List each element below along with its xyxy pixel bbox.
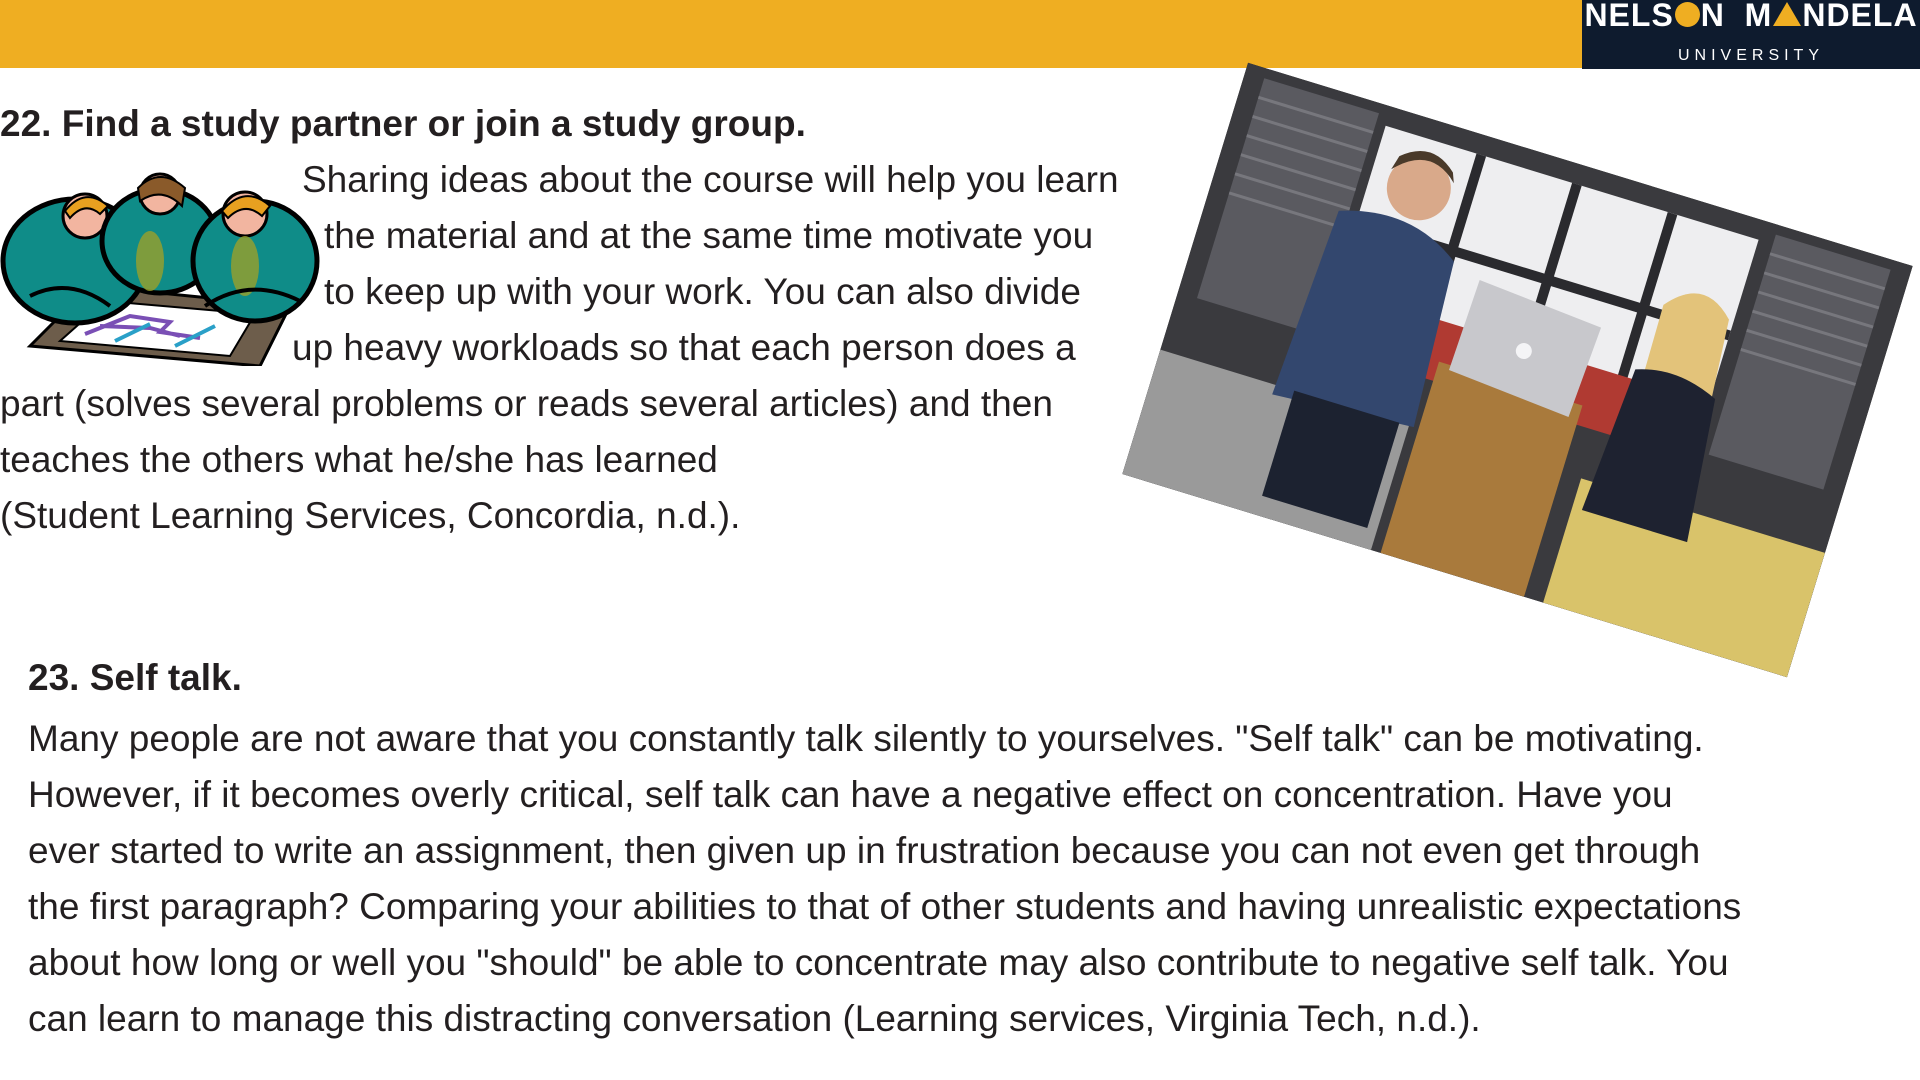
section-23-line-3: ever started to write an assignment, the… bbox=[28, 830, 1701, 871]
top-banner bbox=[0, 0, 1582, 68]
section-23-line-6: can learn to manage this distracting con… bbox=[28, 998, 1481, 1039]
logo-subtitle: UNIVERSITY bbox=[1677, 47, 1824, 64]
students-with-laptop-photo bbox=[1122, 62, 1913, 678]
logo-wordmark: NELS N M NDELA bbox=[1584, 0, 1918, 33]
section-23-line-2: However, if it becomes overly critical, … bbox=[28, 774, 1673, 815]
section-22-line-3: to keep up with your work. You can also … bbox=[324, 271, 1081, 312]
university-logo: NELS N M NDELA UNIVERSITY bbox=[1582, 0, 1920, 69]
section-22-line-1: Sharing ideas about the course will help… bbox=[302, 159, 1119, 200]
section-22-line-7: (Student Learning Services, Concordia, n… bbox=[0, 495, 741, 536]
section-23-paragraph: Many people are not aware that you const… bbox=[28, 711, 1920, 1047]
slide: NELS N M NDELA UNIVERSITY 22. Find a study… bbox=[0, 0, 1920, 1080]
section-22-line-5: part (solves several problems or reads s… bbox=[0, 383, 1053, 424]
section-23-line-1: Many people are not aware that you const… bbox=[28, 718, 1704, 759]
section-23-line-5: about how long or well you "should" be a… bbox=[28, 942, 1729, 983]
logo-sun-icon bbox=[1674, 2, 1700, 27]
section-22-line-6: teaches the others what he/she has learn… bbox=[0, 439, 718, 480]
section-22-line-2: the material and at the same time motiva… bbox=[324, 215, 1094, 256]
section-22-line-4: up heavy workloads so that each person d… bbox=[292, 327, 1076, 368]
section-22-heading: 22. Find a study partner or join a study… bbox=[0, 103, 806, 144]
section-23-line-4: the first paragraph? Comparing your abil… bbox=[28, 886, 1742, 927]
logo-triangle-icon bbox=[1773, 2, 1802, 26]
study-group-clipart-icon bbox=[0, 172, 320, 366]
photo-illustration-icon bbox=[1122, 62, 1913, 678]
section-23-heading: 23. Self talk. bbox=[28, 657, 242, 698]
